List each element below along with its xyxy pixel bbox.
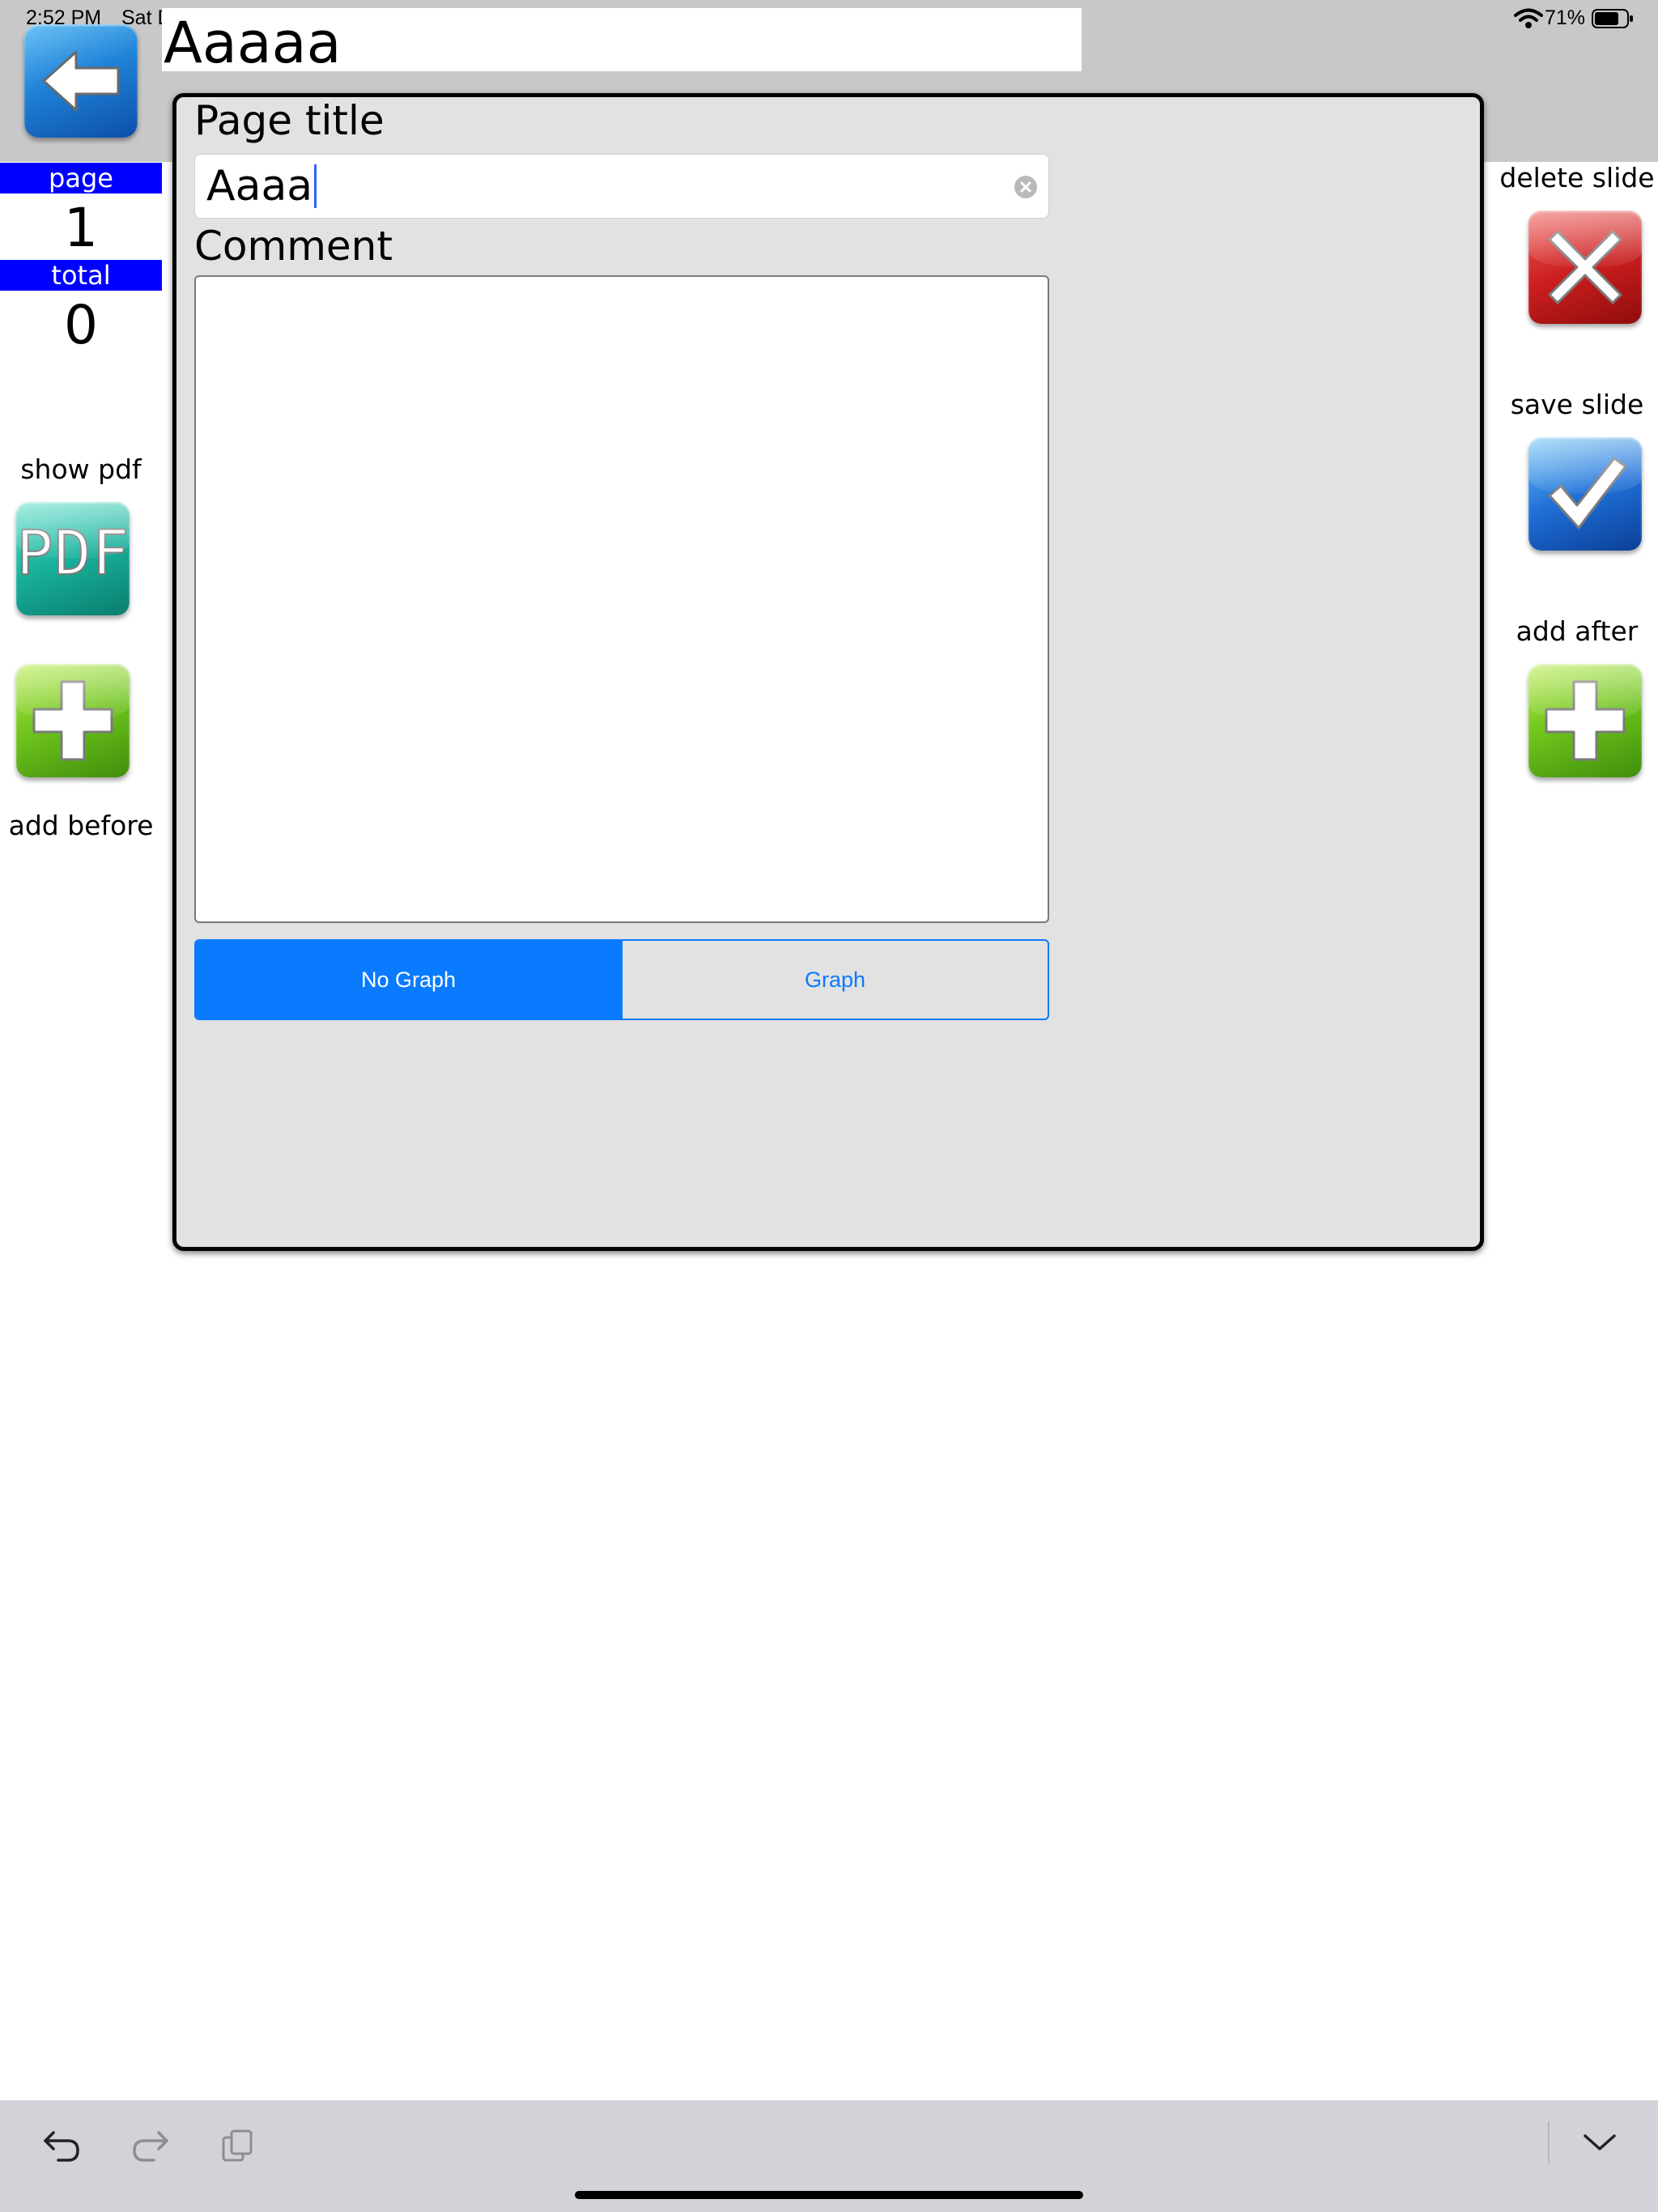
add-before-button[interactable] bbox=[16, 664, 130, 777]
toolbar-divider bbox=[1548, 2121, 1550, 2163]
page-title-value: Aaaa bbox=[206, 162, 313, 211]
add-after-label: add after bbox=[1516, 615, 1639, 647]
comment-textarea[interactable] bbox=[194, 275, 1049, 923]
close-icon bbox=[1548, 230, 1622, 304]
page-title-input[interactable]: Aaaa bbox=[194, 154, 1049, 219]
paste-icon[interactable] bbox=[220, 2128, 256, 2168]
back-arrow-icon bbox=[42, 50, 120, 112]
segment-no-graph[interactable]: No Graph bbox=[196, 941, 621, 1019]
total-label: total bbox=[0, 260, 162, 291]
page-title-label: Page title bbox=[194, 97, 385, 144]
wifi-icon bbox=[1514, 8, 1543, 29]
segment-graph[interactable]: Graph bbox=[621, 941, 1048, 1019]
save-slide-label: save slide bbox=[1510, 389, 1644, 420]
delete-slide-label: delete slide bbox=[1499, 162, 1655, 194]
delete-slide-button[interactable] bbox=[1528, 211, 1642, 324]
pdf-icon: PDF bbox=[16, 516, 130, 589]
page-number: 1 bbox=[64, 197, 98, 259]
plus-icon bbox=[1545, 680, 1626, 761]
keyboard-toolbar bbox=[0, 2100, 1658, 2212]
total-number: 0 bbox=[64, 294, 98, 356]
undo-icon[interactable] bbox=[42, 2128, 83, 2167]
save-slide-button[interactable] bbox=[1528, 437, 1642, 551]
document-title: Aaaaa bbox=[162, 8, 1082, 71]
show-pdf-label: show pdf bbox=[20, 453, 142, 485]
checkmark-icon bbox=[1548, 457, 1627, 530]
plus-icon bbox=[32, 680, 113, 761]
redo-icon[interactable] bbox=[130, 2128, 170, 2167]
chevron-down-icon[interactable] bbox=[1582, 2133, 1618, 2157]
home-indicator bbox=[575, 2191, 1083, 2199]
clear-text-icon[interactable] bbox=[1014, 176, 1037, 198]
battery-icon bbox=[1592, 8, 1634, 29]
back-button[interactable] bbox=[24, 24, 138, 138]
show-pdf-button[interactable]: PDF bbox=[16, 502, 130, 615]
comment-label: Comment bbox=[194, 223, 393, 270]
page-label: page bbox=[0, 163, 162, 194]
graph-segmented-control: No Graph Graph bbox=[194, 939, 1049, 1020]
add-after-button[interactable] bbox=[1528, 664, 1642, 777]
battery-percentage: 71% bbox=[1545, 6, 1586, 29]
text-cursor bbox=[314, 164, 317, 208]
add-before-label: add before bbox=[8, 810, 154, 841]
